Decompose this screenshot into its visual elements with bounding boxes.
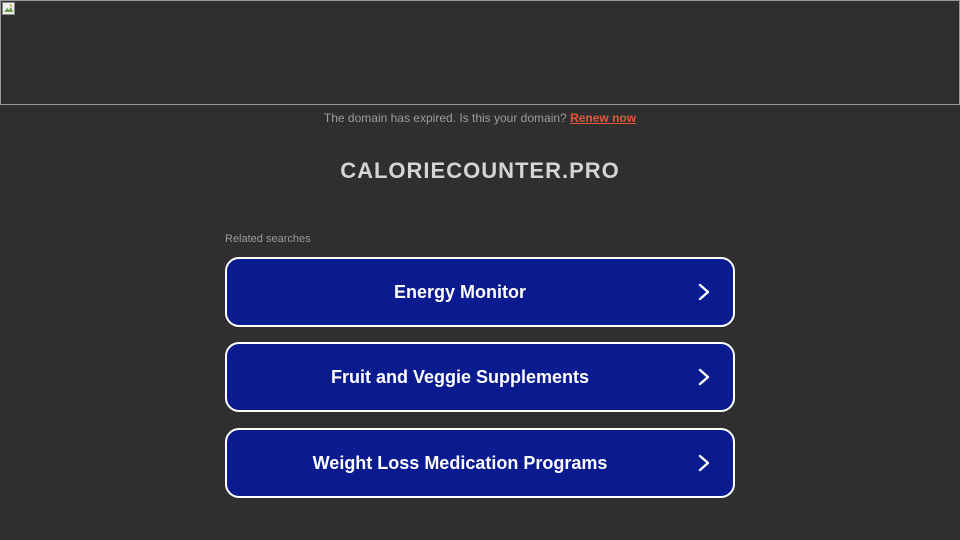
related-search-button-weight-loss-medication[interactable]: Weight Loss Medication Programs [225,428,735,498]
related-search-label: Weight Loss Medication Programs [312,453,608,473]
related-search-button-fruit-veggie-supplements[interactable]: Fruit and Veggie Supplements [225,342,735,412]
expired-text: The domain has expired. Is this your dom… [323,111,567,125]
banner-image[interactable] [0,0,960,105]
related-searches-label: Related searches [225,233,311,245]
domain-title: CALORIECOUNTER.PRO [340,158,620,183]
renew-now-link[interactable]: Renew now [570,111,636,125]
broken-image-icon [2,2,15,15]
chevron-right-icon [698,283,710,301]
domain-expired-notice: The domain has expired. Is this your dom… [0,111,960,125]
related-search-label: Fruit and Veggie Supplements [330,367,590,387]
chevron-right-icon [698,368,710,386]
related-search-label: Energy Monitor [393,282,526,302]
chevron-right-icon [698,454,710,472]
related-search-button-energy-monitor[interactable]: Energy Monitor [225,257,735,327]
